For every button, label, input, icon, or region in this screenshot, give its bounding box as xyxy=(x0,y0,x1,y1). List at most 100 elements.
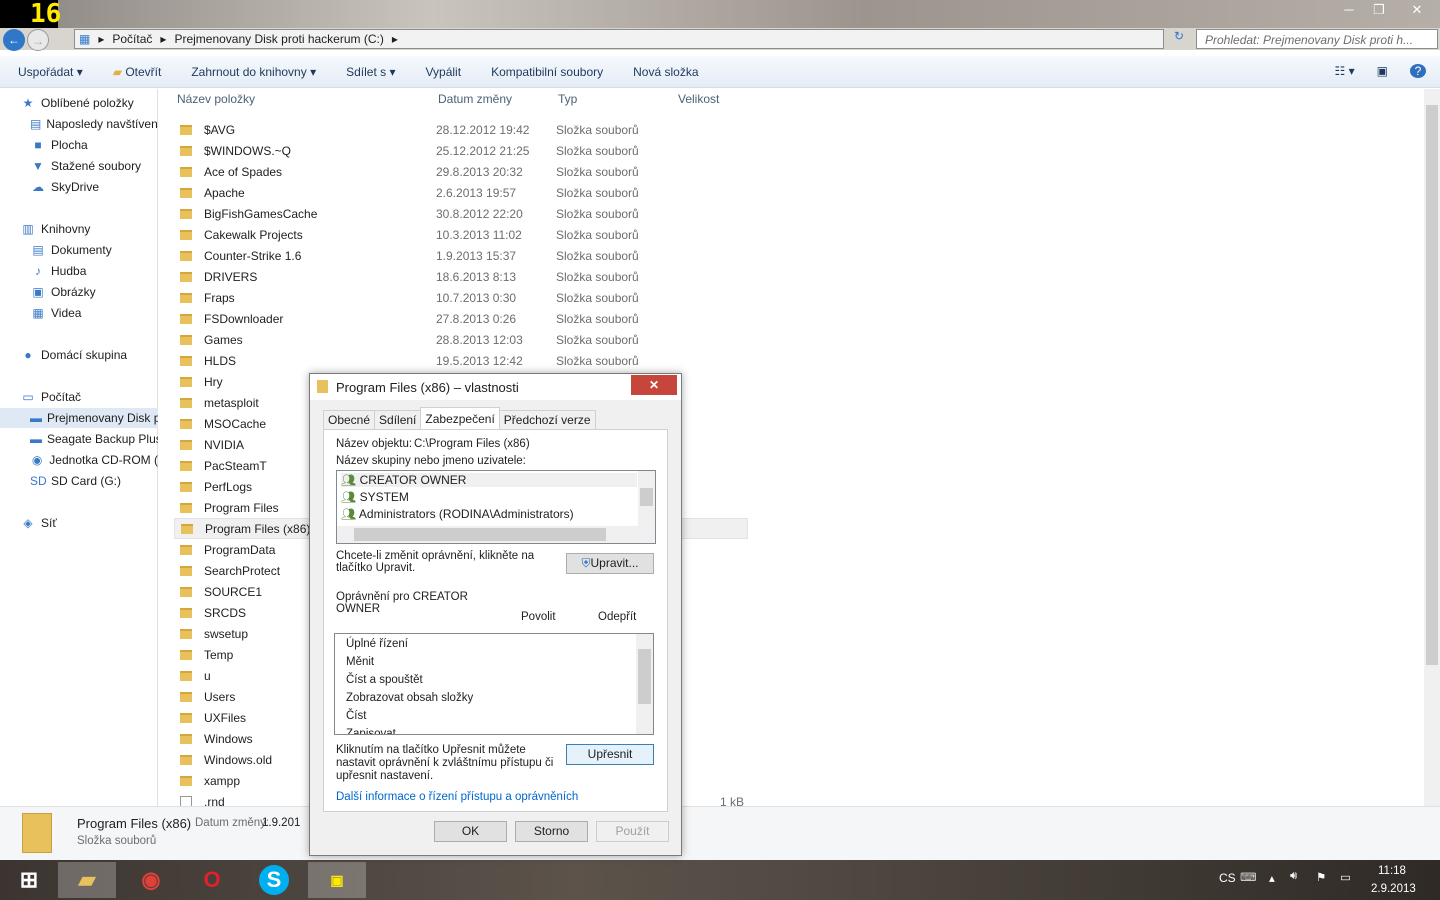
permissions-scrollbar[interactable] xyxy=(636,634,653,734)
permissions-listbox[interactable]: Úplné řízení Měnit Číst a spouštět Zobrazov… xyxy=(334,633,654,735)
opera-taskbar-button[interactable]: O xyxy=(183,862,241,898)
sidebar-item[interactable]: ▥ Knihovny xyxy=(0,219,158,239)
sidebar-item[interactable]: ▬ Seagate Backup Plus xyxy=(0,429,158,449)
file-row[interactable]: Apache 2.6.2013 19:57 Složka souborů xyxy=(174,182,748,203)
edit-button[interactable]: ⛨Upravit... xyxy=(566,553,654,574)
user-item[interactable]: 👥︎ CREATOR OWNER xyxy=(341,473,637,487)
sidebar-item-icon: ▭ xyxy=(22,390,34,404)
file-row[interactable]: Cakewalk Projects 10.3.2013 11:02 Složka s… xyxy=(174,224,748,245)
language-indicator[interactable]: CS xyxy=(1219,871,1236,885)
sidebar-item[interactable]: ▭ Počítač xyxy=(0,387,158,407)
properties-taskbar-button[interactable]: ▣ xyxy=(308,862,366,898)
search-input[interactable]: Prohledat: Prejmenovany Disk proti h... xyxy=(1196,29,1438,49)
clock-time[interactable]: 11:18 xyxy=(1378,865,1406,877)
tab-general[interactable]: Obecné xyxy=(323,410,376,429)
burn-button[interactable]: Vypálit xyxy=(425,65,461,79)
file-name: Ace of Spades xyxy=(204,164,283,179)
keyboard-icon[interactable]: ⌨ xyxy=(1240,870,1257,884)
network-icon[interactable]: ▭ xyxy=(1340,870,1351,884)
sidebar-item[interactable]: ● Domácí skupina xyxy=(0,345,158,365)
sidebar-item[interactable]: ☁ SkyDrive xyxy=(0,177,158,197)
help-icon[interactable]: ? xyxy=(1410,64,1426,78)
cancel-button[interactable]: Storno xyxy=(515,821,588,842)
file-row[interactable]: FSDownloader 27.8.2013 0:26 Složka souborů xyxy=(174,308,748,329)
users-scrollbar[interactable] xyxy=(638,471,655,527)
column-header-size[interactable]: Velikost xyxy=(678,92,719,106)
tray-expand-icon[interactable]: ▴ xyxy=(1269,871,1275,885)
action-center-flag-icon[interactable]: ⚑ xyxy=(1316,870,1326,884)
address-bar[interactable]: ▦ ▸ Počítač ▸ Prejmenovany Disk proti hack… xyxy=(74,29,1164,49)
file-row[interactable]: $WINDOWS.~Q 25.12.2012 21:25 Složka soubor… xyxy=(174,140,748,161)
sidebar-item[interactable]: ◈ Síť xyxy=(0,513,158,533)
folder-icon xyxy=(180,124,192,135)
organize-button[interactable]: Uspořádat ▾ xyxy=(18,65,83,79)
help-link[interactable]: Další informace o řízení přístupu a oprá… xyxy=(336,791,578,803)
back-button[interactable]: ← xyxy=(3,29,25,51)
sidebar-item-icon: ● xyxy=(24,348,32,362)
skype-taskbar-button[interactable]: S xyxy=(245,862,303,898)
sidebar-item[interactable]: ▣ Obrázky xyxy=(0,282,158,302)
file-row[interactable]: Counter-Strike 1.6 1.9.2013 15:37 Složka s… xyxy=(174,245,748,266)
maximize-button[interactable]: ❐ xyxy=(1364,0,1394,20)
chrome-taskbar-button[interactable]: ◉ xyxy=(122,862,180,898)
sidebar-item[interactable]: ▦ Videa xyxy=(0,303,158,323)
file-row[interactable]: Fraps 10.7.2013 0:30 Složka souborů xyxy=(174,287,748,308)
users-hscrollbar[interactable] xyxy=(337,526,655,543)
refresh-icon[interactable]: ↻ xyxy=(1168,29,1190,49)
file-row[interactable]: Ace of Spades 29.8.2013 20:32 Složka soubo… xyxy=(174,161,748,182)
minimize-button[interactable]: ─ xyxy=(1334,0,1364,20)
file-row[interactable]: BigFishGamesCache 30.8.2012 22:20 Složka s… xyxy=(174,203,748,224)
compat-files-button[interactable]: Kompatibilní soubory xyxy=(491,65,603,79)
explorer-taskbar-button[interactable]: ▰ xyxy=(58,862,116,898)
view-options-icon[interactable]: ☷ ▾ xyxy=(1335,64,1355,78)
sidebar-item[interactable]: ★ Oblíbené položky xyxy=(0,93,158,113)
new-folder-button[interactable]: Nová složka xyxy=(633,65,698,79)
open-button[interactable]: ▰ Otevřít xyxy=(113,65,162,79)
sidebar-item[interactable]: ▤ Dokumenty xyxy=(0,240,158,260)
file-row[interactable]: DRIVERS 18.6.2013 8:13 Složka souborů xyxy=(174,266,748,287)
start-button[interactable]: ⊞ xyxy=(0,862,58,898)
breadcrumb-drive[interactable]: Prejmenovany Disk proti hackerum (C:) xyxy=(174,32,383,46)
user-item[interactable]: 👥︎ Administrators (RODINA\Administrators… xyxy=(341,507,574,521)
file-type: Složka souborů xyxy=(556,143,639,158)
tab-security[interactable]: Zabezpečení xyxy=(420,407,500,429)
file-row[interactable]: HLDS 19.5.2013 12:42 Složka souborů xyxy=(174,350,748,371)
preview-pane-icon[interactable]: ▣ xyxy=(1377,64,1388,78)
ok-button[interactable]: OK xyxy=(434,821,507,842)
sidebar-item[interactable]: ♪ Hudba xyxy=(0,261,158,281)
volume-icon[interactable]: 🔊︎ xyxy=(1290,870,1297,883)
allow-header: Povolit xyxy=(521,611,556,623)
sidebar-item[interactable]: ▬ Prejmenovany Disk proti hackerum xyxy=(0,408,158,428)
share-button[interactable]: Sdílet s ▾ xyxy=(346,65,395,79)
sidebar-item[interactable]: ▤ Naposledy navštívené xyxy=(0,114,158,134)
apply-button[interactable]: Použít xyxy=(596,821,669,842)
include-library-button[interactable]: Zahrnout do knihovny ▾ xyxy=(191,65,316,79)
tab-previous-versions[interactable]: Předchozí verze xyxy=(498,410,596,429)
close-button[interactable]: ✕ xyxy=(1394,0,1440,20)
permission-item: Úplné řízení xyxy=(346,638,409,650)
sidebar-item[interactable]: ◉ Jednotka CD-ROM ( xyxy=(0,450,158,470)
column-header-date[interactable]: Datum změny xyxy=(438,92,512,106)
folder-icon xyxy=(180,481,192,492)
sidebar-item[interactable]: SD SD Card (G:) xyxy=(0,471,158,491)
file-name: Counter-Strike 1.6 xyxy=(204,248,302,263)
users-listbox[interactable]: 👥︎ CREATOR OWNER 👥︎ SYSTEM 👥︎ Administrato… xyxy=(336,470,656,544)
advanced-button[interactable]: Upřesnit xyxy=(566,744,654,765)
object-value: C:\Program Files (x86) xyxy=(414,438,530,450)
scroll-thumb[interactable] xyxy=(1426,105,1438,665)
clock-date[interactable]: 2.9.2013 xyxy=(1371,883,1416,895)
sidebar-item[interactable]: ■ Plocha xyxy=(0,135,158,155)
column-header-name[interactable]: Název položky xyxy=(177,92,255,106)
vertical-scrollbar[interactable] xyxy=(1424,89,1440,806)
breadcrumb-computer[interactable]: Počítač xyxy=(112,32,152,46)
file-row[interactable]: Games 28.8.2013 12:03 Složka souborů xyxy=(174,329,748,350)
dialog-close-button[interactable]: ✕ xyxy=(631,375,677,395)
user-item[interactable]: 👥︎ SYSTEM xyxy=(341,490,409,504)
column-header-type[interactable]: Typ xyxy=(558,92,577,106)
file-row[interactable]: $AVG 28.12.2012 19:42 Složka souborů xyxy=(174,119,748,140)
permission-item: Zobrazovat obsah složky xyxy=(346,692,474,704)
tab-sharing[interactable]: Sdílení xyxy=(374,410,422,429)
sidebar-item[interactable]: ▼ Stažené soubory xyxy=(0,156,158,176)
forward-button[interactable]: → xyxy=(27,29,49,51)
folder-icon xyxy=(180,670,192,681)
